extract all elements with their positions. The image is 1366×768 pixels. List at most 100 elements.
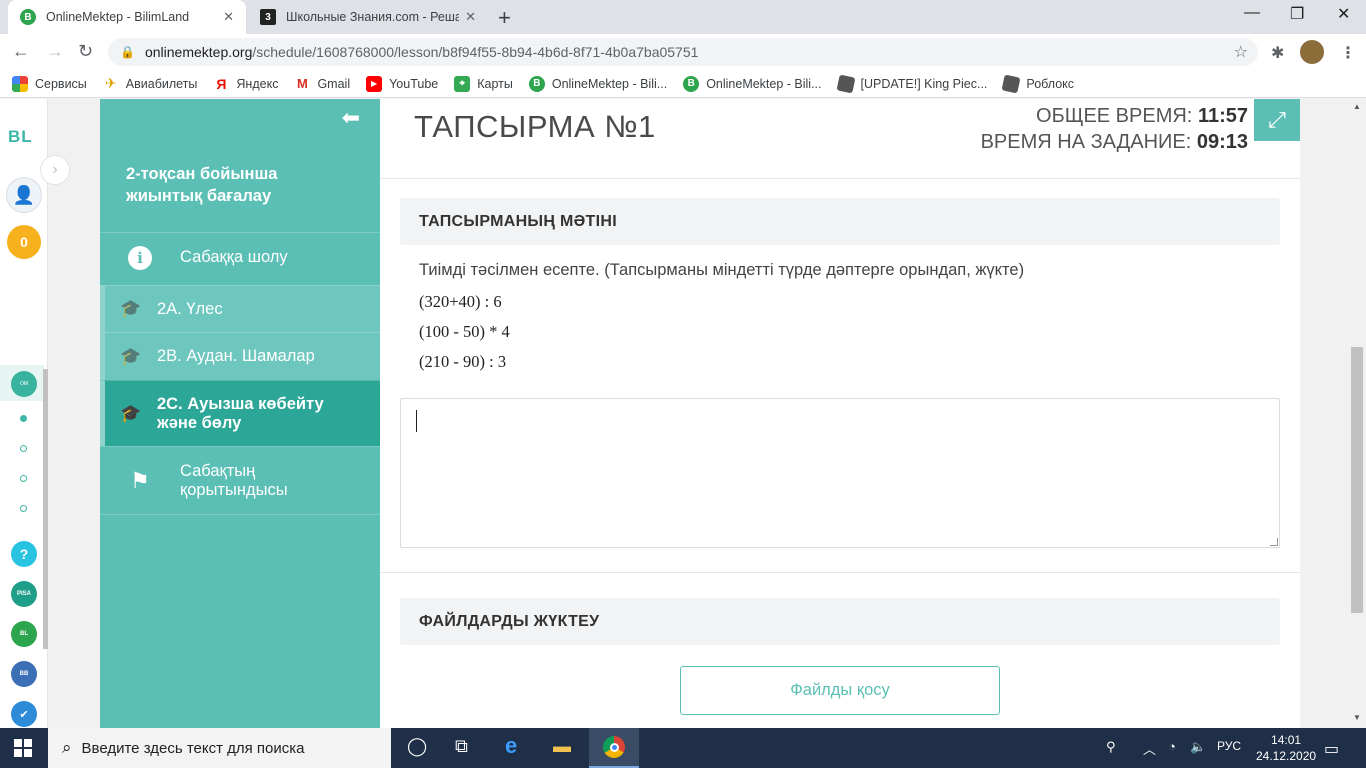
resize-grip-icon[interactable]: [1270, 538, 1278, 546]
pisa-icon[interactable]: PISA: [11, 581, 37, 607]
expression: (210 - 90) : 3: [419, 352, 507, 371]
bilimbook-icon[interactable]: BB: [11, 661, 37, 687]
left-rail: BL 👤 0 OM ? PISA BL BB ✔ ›: [0, 99, 70, 728]
bookmark-maps[interactable]: ⌖ Карты: [454, 75, 513, 92]
chevron-up-icon[interactable]: ︿: [1143, 739, 1156, 758]
extensions-icon[interactable]: ✱: [1271, 43, 1284, 63]
windows-start-icon[interactable]: [14, 739, 32, 757]
sidebar-item-2a[interactable]: 🎓 2А. Үлес: [100, 285, 380, 332]
new-tab-button[interactable]: +: [498, 5, 511, 31]
back-icon[interactable]: ←: [12, 41, 30, 62]
answer-textarea[interactable]: [400, 398, 1280, 548]
profile-avatar[interactable]: [1300, 40, 1324, 64]
course-sidebar: ⬅ 2-тоқсан бойынша жиынтық бағалау i Саб…: [100, 99, 380, 728]
onlinemektep-icon: B: [528, 75, 545, 92]
yandex-icon: Я: [216, 75, 227, 92]
bookmark-services[interactable]: Сервисы: [12, 75, 87, 92]
help-icon[interactable]: ?: [11, 541, 37, 567]
onlinemektep-rail-item[interactable]: OM: [0, 365, 44, 401]
bookmark-gmail[interactable]: M Gmail: [294, 76, 350, 92]
rail-scrollbar[interactable]: [43, 369, 48, 649]
chrome-taskbar-button[interactable]: [589, 728, 639, 768]
onlinemektep-icon: OM: [11, 371, 37, 397]
rail-dot-icon[interactable]: [20, 415, 27, 422]
add-files-button[interactable]: Файлды қосу: [680, 666, 1000, 715]
close-icon[interactable]: ✕: [223, 9, 234, 25]
people-icon[interactable]: ⚲: [1106, 739, 1116, 755]
bookmark-roblox[interactable]: Роблокс: [1001, 74, 1075, 93]
menu-kebab-icon[interactable]: ⋮: [1340, 43, 1356, 63]
rail-dot-icon[interactable]: [20, 475, 27, 482]
bookmark-avia[interactable]: ✈ Авиабилеты: [103, 75, 197, 92]
bookmark-king-piece[interactable]: [UPDATE!] King Piec...: [836, 74, 987, 93]
chevron-right-icon[interactable]: ›: [40, 155, 70, 185]
sidebar-item-label: 2С. Ауызша көбейту және бөлу: [157, 394, 324, 432]
course-heading: 2-тоқсан бойынша жиынтық бағалау: [126, 165, 278, 205]
page-title: ТАПСЫРМА №1: [414, 109, 656, 144]
rail-dot-icon[interactable]: [20, 445, 27, 452]
rail-dot-icon[interactable]: [20, 505, 27, 512]
bookmark-label: Роблокс: [1026, 76, 1075, 91]
sidebar-item-label: 2А. Үлес: [157, 299, 223, 318]
checklist-icon[interactable]: ✔: [11, 701, 37, 727]
language-indicator[interactable]: РУС: [1217, 739, 1241, 753]
flag-icon: ⚑: [130, 467, 150, 493]
sidebar-item-overview[interactable]: i Сабаққа шолу: [100, 232, 380, 282]
total-time-label: ОБЩЕЕ ВРЕМЯ:: [1036, 105, 1193, 127]
bookmark-youtube[interactable]: ▶ YouTube: [366, 75, 438, 92]
clock[interactable]: 14:01 24.12.2020: [1256, 732, 1316, 764]
maps-icon: ⌖: [454, 75, 471, 92]
tab-title: OnlineMektep - BilimLand: [46, 10, 190, 24]
scroll-up-icon[interactable]: ▲: [1353, 102, 1361, 111]
search-icon: ⌕: [62, 738, 72, 757]
clock-time: 14:01: [1271, 733, 1302, 747]
task-time-label: ВРЕМЯ НА ЗАДАНИЕ:: [980, 131, 1192, 153]
task-statement: Тиімді тәсілмен есепте. (Тапсырманы мінд…: [419, 261, 1025, 279]
tab-znanija[interactable]: 3 Школьные Знания.com - Решае ✕: [248, 0, 488, 34]
file-explorer-icon[interactable]: ▬: [553, 736, 571, 757]
bookmark-onlinemektep-2[interactable]: B OnlineMektep - Bili...: [683, 75, 822, 92]
task-time-value: 09:13: [1196, 131, 1248, 153]
bookmark-onlinemektep-1[interactable]: B OnlineMektep - Bili...: [528, 75, 667, 92]
forward-icon[interactable]: →: [46, 41, 64, 62]
edge-icon[interactable]: e: [505, 733, 517, 759]
coins-badge[interactable]: 0: [7, 225, 41, 259]
bilimland-icon[interactable]: BL: [11, 621, 37, 647]
page-scrollbar[interactable]: ▲ ▼: [1349, 99, 1366, 728]
address-bar[interactable]: 🔒 onlinemektep.org/schedule/1608768000/l…: [108, 38, 1258, 66]
total-time-value: 11:57: [1197, 105, 1248, 127]
sidebar-item-2c[interactable]: 🎓 2С. Ауызша көбейту және бөлу: [100, 380, 380, 446]
scrollbar-thumb[interactable]: [1351, 347, 1363, 613]
arrow-left-icon[interactable]: ⬅: [342, 105, 360, 131]
chrome-icon: [603, 736, 625, 758]
task-panel: ТАПСЫРМА №1 ОБЩЕЕ ВРЕМЯ: 11:57 ВРЕМЯ НА …: [380, 99, 1300, 728]
expression: (320+40) : 6: [419, 292, 502, 311]
roblox-icon: [836, 74, 856, 93]
volume-icon[interactable]: 🔈: [1190, 739, 1206, 755]
bookmark-label: Яндекс: [236, 76, 279, 91]
close-window-icon[interactable]: ✕: [1337, 4, 1350, 24]
fullscreen-icon[interactable]: ⤢: [1254, 99, 1300, 141]
close-icon[interactable]: ✕: [465, 9, 476, 25]
bilimland-logo[interactable]: BL: [8, 127, 33, 147]
cortana-icon[interactable]: ◯: [407, 736, 427, 757]
sidebar-item-summary[interactable]: ⚑ Сабақтың қорытындысы: [100, 446, 380, 515]
scroll-down-icon[interactable]: ▼: [1353, 713, 1361, 722]
tab-onlinemektep[interactable]: B OnlineMektep - BilimLand ✕: [8, 0, 246, 34]
task-view-icon[interactable]: ⧉: [455, 736, 468, 757]
divider: [380, 178, 1300, 179]
taskbar-search[interactable]: ⌕ Введите здесь текст для поиска: [48, 728, 391, 768]
clock-date: 24.12.2020: [1256, 749, 1317, 763]
bookmark-star-icon[interactable]: ☆: [1234, 42, 1248, 62]
reload-icon[interactable]: ↻: [78, 41, 93, 62]
sidebar-item-2b[interactable]: 🎓 2В. Аудан. Шамалар: [100, 332, 380, 380]
bookmark-label: OnlineMektep - Bili...: [706, 76, 822, 91]
bookmark-yandex[interactable]: Я Яндекс: [213, 76, 278, 92]
minimize-icon[interactable]: —: [1244, 4, 1260, 22]
network-icon[interactable]: ◔: [1168, 739, 1176, 754]
tab-title: Школьные Знания.com - Решае: [286, 10, 460, 24]
restore-icon[interactable]: ❐: [1290, 4, 1304, 24]
url-host: onlinemektep.org: [144, 44, 253, 60]
notifications-icon[interactable]: ▭: [1324, 739, 1339, 759]
user-avatar[interactable]: 👤: [6, 177, 42, 213]
